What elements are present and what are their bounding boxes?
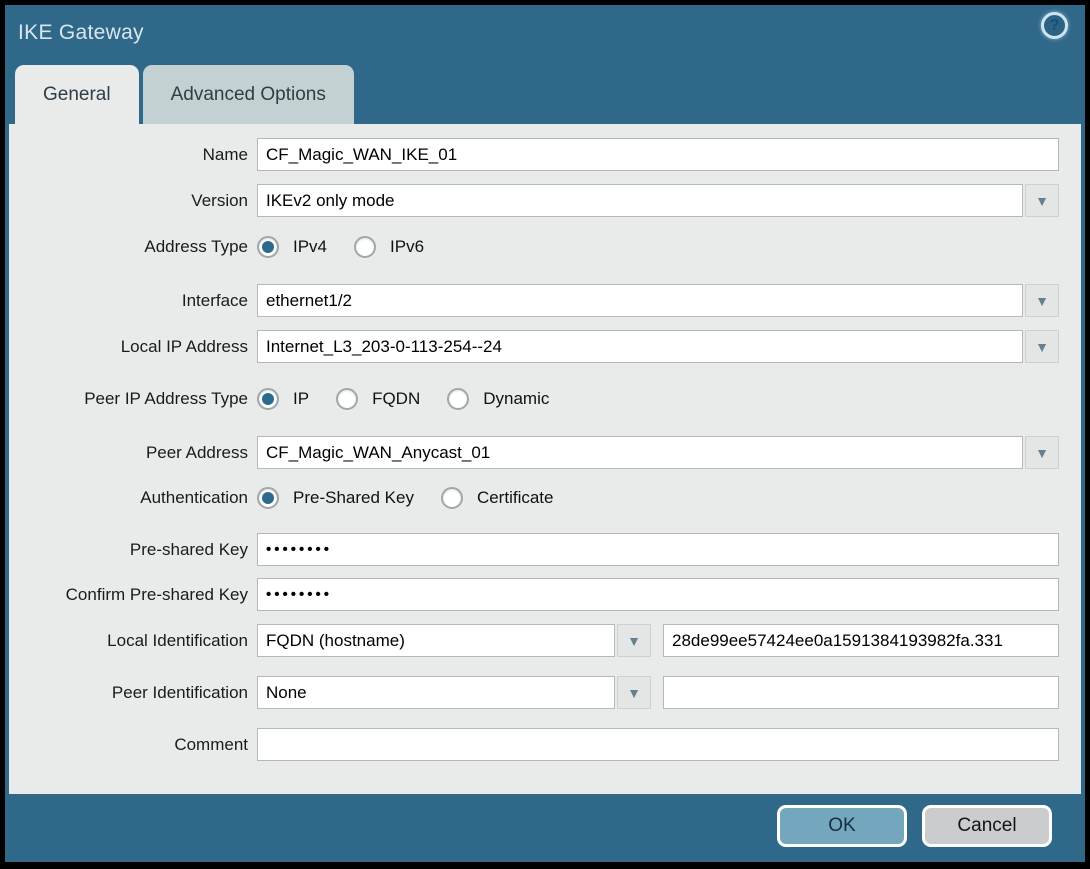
ipv6-radio-label[interactable]: IPv6 bbox=[390, 237, 424, 257]
psk-input[interactable] bbox=[257, 533, 1059, 566]
peer-id-label: Peer Identification bbox=[111, 682, 248, 702]
ipv4-radio-label[interactable]: IPv4 bbox=[293, 237, 327, 257]
confirm-psk-label: Confirm Pre-shared Key bbox=[65, 584, 248, 604]
psk-row: Pre-shared Key bbox=[9, 533, 1081, 566]
interface-label: Interface bbox=[181, 290, 248, 310]
chevron-down-icon: ▼ bbox=[1035, 292, 1049, 309]
authentication-row: Authentication Pre-Shared Key Certificat… bbox=[9, 484, 1081, 511]
local-id-row: Local Identification ▼ bbox=[9, 624, 1081, 657]
pre-shared-key-radio-label[interactable]: Pre-Shared Key bbox=[293, 488, 414, 508]
general-tab-panel: Name Version ▼ Address Type IPv4 IPv6 bbox=[9, 124, 1081, 794]
peer-type-row: Peer IP Address Type IP FQDN Dynamic bbox=[9, 385, 1081, 412]
version-row: Version ▼ bbox=[9, 184, 1081, 217]
ipv6-radio[interactable] bbox=[354, 235, 377, 258]
peer-address-row: Peer Address ▼ bbox=[9, 436, 1081, 469]
local-ip-dropdown-button[interactable]: ▼ bbox=[1025, 330, 1059, 363]
ipv4-radio[interactable] bbox=[257, 235, 279, 258]
chevron-down-icon: ▼ bbox=[1035, 338, 1049, 355]
tab-bar: General Advanced Options bbox=[15, 65, 354, 124]
chevron-down-icon: ▼ bbox=[1035, 192, 1049, 209]
peer-fqdn-radio-label[interactable]: FQDN bbox=[372, 389, 420, 409]
peer-fqdn-radio[interactable] bbox=[336, 387, 359, 410]
peer-ip-radio[interactable] bbox=[257, 387, 279, 410]
interface-row: Interface ▼ bbox=[9, 284, 1081, 317]
certificate-radio[interactable] bbox=[440, 486, 463, 509]
authentication-label: Authentication bbox=[140, 487, 248, 507]
name-input[interactable] bbox=[257, 138, 1059, 171]
peer-ip-radio-label[interactable]: IP bbox=[293, 389, 309, 409]
peer-address-dropdown-button[interactable]: ▼ bbox=[1025, 436, 1059, 469]
cancel-button[interactable]: Cancel bbox=[922, 805, 1052, 847]
version-dropdown-button[interactable]: ▼ bbox=[1025, 184, 1059, 217]
version-select[interactable] bbox=[257, 184, 1023, 217]
dialog-footer: OK Cancel bbox=[5, 794, 1085, 862]
confirm-psk-row: Confirm Pre-shared Key bbox=[9, 578, 1081, 611]
comment-label: Comment bbox=[174, 734, 248, 754]
peer-type-label: Peer IP Address Type bbox=[84, 388, 248, 408]
tab-advanced-options[interactable]: Advanced Options bbox=[142, 65, 354, 124]
peer-id-type-select[interactable] bbox=[257, 676, 615, 709]
local-ip-select[interactable] bbox=[257, 330, 1023, 363]
name-row: Name bbox=[9, 138, 1081, 171]
name-label: Name bbox=[202, 144, 248, 164]
dialog-title: IKE Gateway bbox=[18, 21, 144, 44]
local-id-value-input[interactable] bbox=[663, 624, 1059, 657]
peer-dynamic-radio-label[interactable]: Dynamic bbox=[483, 389, 549, 409]
local-id-type-select[interactable] bbox=[257, 624, 615, 657]
chevron-down-icon: ▼ bbox=[627, 632, 641, 649]
peer-address-select[interactable] bbox=[257, 436, 1023, 469]
dialog-titlebar: IKE Gateway ? bbox=[5, 5, 1085, 61]
local-id-dropdown-button[interactable]: ▼ bbox=[617, 624, 651, 657]
ike-gateway-dialog: IKE Gateway ? General Advanced Options N… bbox=[5, 5, 1085, 862]
help-icon[interactable]: ? bbox=[1041, 12, 1068, 39]
local-id-label: Local Identification bbox=[107, 630, 248, 650]
confirm-psk-input[interactable] bbox=[257, 578, 1059, 611]
chevron-down-icon: ▼ bbox=[627, 684, 641, 701]
peer-address-label: Peer Address bbox=[145, 442, 248, 462]
address-type-row: Address Type IPv4 IPv6 bbox=[9, 233, 1081, 260]
local-ip-label: Local IP Address bbox=[120, 336, 248, 356]
address-type-label: Address Type bbox=[144, 236, 248, 256]
peer-id-row: Peer Identification ▼ bbox=[9, 676, 1081, 709]
tab-general[interactable]: General bbox=[15, 65, 139, 124]
interface-dropdown-button[interactable]: ▼ bbox=[1025, 284, 1059, 317]
interface-select[interactable] bbox=[257, 284, 1023, 317]
certificate-radio-label[interactable]: Certificate bbox=[477, 488, 554, 508]
comment-input[interactable] bbox=[257, 728, 1059, 761]
local-ip-row: Local IP Address ▼ bbox=[9, 330, 1081, 363]
peer-id-value-input[interactable] bbox=[663, 676, 1059, 709]
peer-dynamic-radio[interactable] bbox=[447, 387, 470, 410]
chevron-down-icon: ▼ bbox=[1035, 444, 1049, 461]
pre-shared-key-radio[interactable] bbox=[257, 486, 279, 509]
version-label: Version bbox=[191, 190, 248, 210]
peer-id-dropdown-button[interactable]: ▼ bbox=[617, 676, 651, 709]
ok-button[interactable]: OK bbox=[777, 805, 907, 847]
psk-label: Pre-shared Key bbox=[129, 539, 248, 559]
comment-row: Comment bbox=[9, 728, 1081, 761]
